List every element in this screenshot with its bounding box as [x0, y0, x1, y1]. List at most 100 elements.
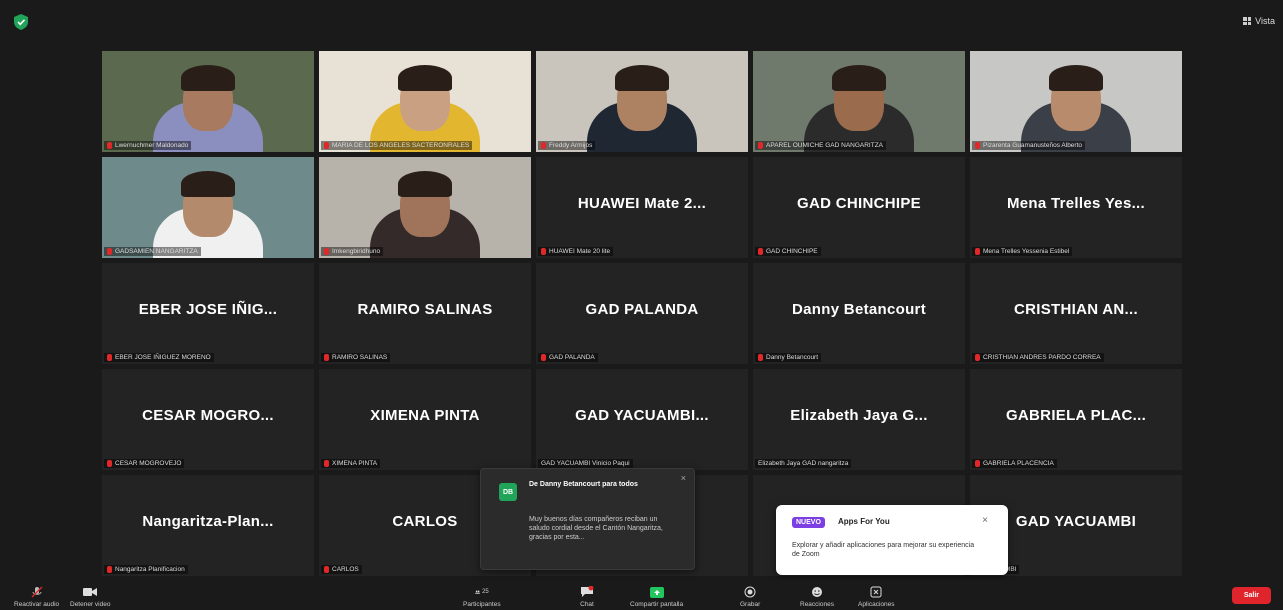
grid-view-icon: [1243, 17, 1252, 25]
participant-tile[interactable]: Pizarenta Guamanusteños Alberto: [970, 51, 1182, 152]
participant-tile[interactable]: CESAR MOGRO... CESAR MOGROVEJO: [102, 369, 314, 470]
mic-muted-icon: [758, 354, 763, 361]
participant-display-name: Nangaritza-Plan...: [142, 513, 274, 530]
unmute-button[interactable]: Reactivar audio: [14, 586, 59, 608]
mic-muted-icon: [107, 460, 112, 467]
close-icon[interactable]: ×: [681, 473, 686, 483]
participant-tile[interactable]: MARIA DE LOS ANGELES SACTERONRALES: [319, 51, 531, 152]
participant-name: GAD PALANDA: [549, 354, 595, 361]
participant-name: Pizarenta Guamanusteños Alberto: [983, 142, 1083, 149]
chat-notification[interactable]: DB × De Danny Betancourt para todos Muy …: [480, 468, 695, 570]
participant-display-name: GAD CHINCHIPE: [797, 195, 921, 212]
reactions-button[interactable]: Reacciones: [800, 586, 834, 608]
apps-label: Aplicaciones: [858, 601, 895, 608]
apps-icon: [869, 586, 883, 598]
participant-hair: [832, 65, 886, 91]
participant-display-name: Elizabeth Jaya G...: [790, 407, 928, 424]
apps-for-you-popup[interactable]: NUEVO Apps For You × Explorar y añadir a…: [776, 505, 1008, 575]
participant-name: Elizabeth Jaya GAD nangaritza: [758, 460, 849, 467]
mic-muted-icon: [30, 586, 44, 598]
participant-video: [536, 51, 748, 152]
participant-tile[interactable]: EBER JOSE IÑIG... EBER JOSE IÑIGUEZ MOREN…: [102, 263, 314, 364]
participant-tile[interactable]: Freddy Armijos: [536, 51, 748, 152]
participant-tile[interactable]: Imkengbiridhuno: [319, 157, 531, 258]
participant-name: GAD CHINCHIPE: [766, 248, 818, 255]
chat-bubble-icon: [580, 586, 594, 598]
participant-name-tag: Lwernuchmer Maldonado: [104, 141, 192, 150]
participant-name-tag: GABRIELA PLACENCIA: [972, 459, 1057, 468]
stop-video-button[interactable]: Detener video: [70, 586, 110, 608]
chat-message: Muy buenos días compañeros reciban un sa…: [529, 516, 663, 541]
leave-button[interactable]: Salir: [1231, 587, 1271, 604]
participant-name: XIMENA PINTA: [332, 460, 378, 467]
participant-display-name: XIMENA PINTA: [370, 407, 480, 424]
apps-popup-title: Apps For You: [838, 517, 890, 526]
unmute-label: Reactivar audio: [14, 601, 60, 608]
participant-name-tag: CARLOS: [321, 565, 362, 574]
participant-name-tag: Nangaritza Planificacion: [104, 565, 188, 574]
mic-muted-icon: [975, 248, 980, 255]
mic-muted-icon: [758, 142, 763, 149]
participant-name-tag: CRISTHIAN ANDRES PARDO CORREA: [972, 353, 1104, 362]
mic-muted-icon: [107, 566, 112, 573]
view-button[interactable]: Vista: [1243, 16, 1275, 26]
participant-name: Nangaritza Planificacion: [115, 566, 185, 573]
mic-muted-icon: [324, 248, 329, 255]
participant-name: GADSAMIEN NANGARITZA: [115, 248, 198, 255]
participant-tile[interactable]: APAREL OUMICHE GAD NANGARITZA: [753, 51, 965, 152]
record-icon: [743, 586, 757, 598]
participant-tile[interactable]: Elizabeth Jaya G... Elizabeth Jaya GAD na…: [753, 369, 965, 470]
participants-label: Participantes: [463, 601, 501, 608]
participant-tile[interactable]: GAD CHINCHIPE GAD CHINCHIPE: [753, 157, 965, 258]
chat-sender: De Danny Betancourt para todos: [529, 481, 638, 488]
apps-button[interactable]: Aplicaciones: [858, 586, 895, 608]
participant-tile[interactable]: Lwernuchmer Maldonado: [102, 51, 314, 152]
participant-tile[interactable]: GABRIELA PLAC... GABRIELA PLACENCIA: [970, 369, 1182, 470]
participant-hair: [398, 65, 452, 91]
participant-name: RAMIRO SALINAS: [332, 354, 388, 361]
participant-name: CESAR MOGROVEJO: [115, 460, 182, 467]
participant-display-name: GAD PALANDA: [585, 301, 699, 318]
participant-name-tag: CESAR MOGROVEJO: [104, 459, 185, 468]
participant-tile[interactable]: Danny Betancourt Danny Betancourt: [753, 263, 965, 364]
participant-display-name: GAD YACUAMBI...: [575, 407, 709, 424]
participant-tile[interactable]: CRISTHIAN AN... CRISTHIAN ANDRES PARDO CO…: [970, 263, 1182, 364]
participant-name-tag: Danny Betancourt: [755, 353, 822, 362]
participant-display-name: EBER JOSE IÑIG...: [138, 301, 278, 318]
video-camera-icon: [83, 586, 98, 598]
participant-name: EBER JOSE IÑIGUEZ MORENO: [115, 354, 211, 361]
participant-tile[interactable]: XIMENA PINTA XIMENA PINTA: [319, 369, 531, 470]
participant-tile[interactable]: HUAWEI Mate 2... HUAWEI Mate 20 lite: [536, 157, 748, 258]
participant-name-tag: Pizarenta Guamanusteños Alberto: [972, 141, 1086, 150]
mic-muted-icon: [324, 354, 329, 361]
apps-popup-description: Explorar y añadir aplicaciones para mejo…: [792, 542, 975, 558]
stop-video-label: Detener video: [70, 601, 111, 608]
participant-tile[interactable]: GAD YACUAMBI... GAD YACUAMBI Vinicio Paqu…: [536, 369, 748, 470]
close-icon[interactable]: ×: [982, 515, 988, 526]
mic-muted-icon: [107, 248, 112, 255]
record-button[interactable]: Grabar: [740, 586, 760, 608]
participant-tile[interactable]: GADSAMIEN NANGARITZA: [102, 157, 314, 258]
share-screen-icon: [649, 586, 664, 598]
participant-tile[interactable]: Nangaritza-Plan... Nangaritza Planificaci…: [102, 475, 314, 576]
record-label: Grabar: [740, 601, 761, 608]
mic-muted-icon: [541, 354, 546, 361]
participant-display-name: Mena Trelles Yes...: [1006, 195, 1145, 212]
share-screen-label: Compartir pantalla: [630, 601, 684, 608]
participant-tile[interactable]: Mena Trelles Yes... Mena Trelles Yessenia…: [970, 157, 1182, 258]
mic-muted-icon: [975, 142, 980, 149]
mic-muted-icon: [324, 566, 329, 573]
participants-button[interactable]: 25 Participantes: [463, 586, 501, 608]
participant-video: [102, 51, 314, 152]
participant-video: [319, 157, 531, 258]
security-shield-icon[interactable]: [14, 14, 28, 30]
participant-display-name: CRISTHIAN AN...: [1014, 301, 1138, 318]
mic-muted-icon: [758, 248, 763, 255]
participant-tile[interactable]: GAD PALANDA GAD PALANDA: [536, 263, 748, 364]
participant-tile[interactable]: RAMIRO SALINAS RAMIRO SALINAS: [319, 263, 531, 364]
participant-name: Lwernuchmer Maldonado: [115, 142, 189, 149]
share-screen-button[interactable]: Compartir pantalla: [630, 586, 683, 608]
participants-count: 25: [482, 589, 489, 595]
participant-name-tag: XIMENA PINTA: [321, 459, 381, 468]
chat-button[interactable]: Chat: [580, 586, 594, 608]
